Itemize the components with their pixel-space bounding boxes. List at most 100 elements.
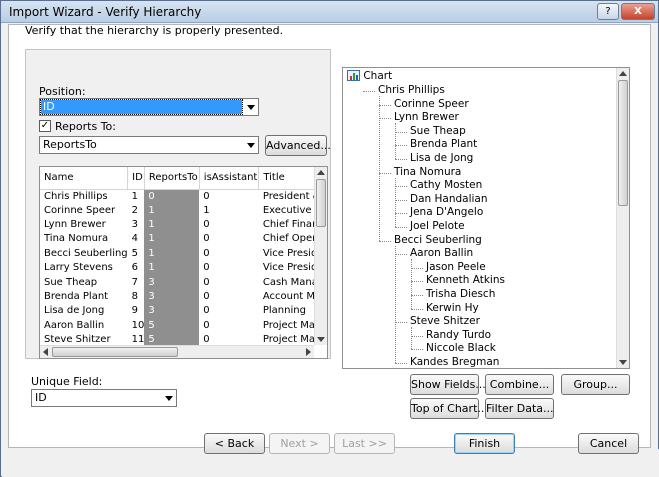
tree-connector (395, 199, 407, 201)
tree-node[interactable]: Becci Seuberling (394, 234, 482, 247)
grid-vertical-scrollbar[interactable] (314, 167, 327, 345)
tree-node[interactable]: Chris Phillips (378, 84, 445, 97)
table-row[interactable]: Larry Stevens 6 1 0 Vice President (40, 261, 327, 276)
tree-connector (411, 308, 423, 310)
scroll-down-icon[interactable] (317, 337, 325, 342)
tree-node[interactable]: Steve Shitzer (410, 315, 480, 328)
tree-connector (395, 186, 407, 188)
cell-reports-to: 1 (144, 232, 200, 247)
scroll-up-icon[interactable] (317, 170, 325, 175)
cell-reports-to: 1 (144, 261, 200, 276)
column-header-name[interactable]: Name (40, 167, 129, 190)
position-select-value: ID (40, 99, 243, 115)
unique-field-select[interactable]: ID (31, 389, 177, 407)
close-button[interactable]: X (621, 3, 655, 20)
tree-node[interactable]: Jena D'Angelo (410, 206, 483, 219)
back-button[interactable]: < Back (204, 433, 265, 454)
cell-id: 1 (131, 190, 139, 202)
table-row[interactable]: Aaron Ballin1050Project Manager (40, 318, 327, 334)
cell-id: 5 (131, 247, 139, 259)
tree-vertical-scrollbar[interactable] (616, 68, 629, 368)
cell-reports-to: 1 (144, 203, 200, 218)
tree-node[interactable]: Corinne Speer (394, 98, 469, 111)
scroll-left-icon[interactable] (43, 348, 48, 356)
cell-is-assistant: 1 (203, 204, 210, 216)
tree-node[interactable]: Sue Theap (410, 125, 466, 138)
position-select[interactable]: ID (39, 98, 259, 116)
table-row[interactable]: Sue Theap 7 3 0 Cash Manager (40, 275, 327, 290)
grid-horizontal-scrollbar[interactable] (40, 345, 314, 358)
chevron-down-icon (247, 143, 255, 148)
next-button[interactable]: Next > (269, 433, 330, 454)
table-row[interactable]: Corinne Speer211Executive Secretary (40, 203, 327, 218)
chevron-down-icon (165, 396, 173, 401)
window-title: Import Wizard - Verify Hierarchy (9, 5, 202, 19)
cell-is-assistant: 0 (203, 291, 210, 303)
tree-node[interactable]: Jason Peele (426, 261, 486, 274)
reports-to-select[interactable]: ReportsTo (39, 136, 259, 154)
tree-node[interactable]: Joel Pelote (410, 220, 465, 233)
column-header-reports-to[interactable]: ReportsTo (144, 167, 200, 190)
cancel-button[interactable]: Cancel (578, 433, 639, 454)
tree-node[interactable]: Randy Turdo (426, 329, 491, 342)
finish-button[interactable]: Finish (454, 433, 515, 454)
reports-to-checkbox[interactable]: ✓ (39, 120, 51, 132)
tree-node[interactable]: Dan Handalian (410, 193, 488, 206)
tree-node[interactable]: Tina Nomura (394, 166, 461, 179)
tree-node[interactable]: Lisa de Jong (410, 152, 473, 165)
import-wizard-window: Import Wizard - Verify Hierarchy ? X Ver… (0, 0, 659, 477)
table-row[interactable]: Chris Phillips100President & CEO (40, 189, 327, 204)
cell-id: 3 (131, 219, 139, 231)
group-button[interactable]: Group... (561, 374, 630, 395)
tree-node[interactable]: Cathy Mosten (410, 179, 482, 192)
column-header-is-assistant[interactable]: isAssistant (199, 167, 260, 190)
table-row[interactable]: Lynn Brewer310Chief Financial Officer (40, 217, 327, 233)
tree-root[interactable]: Chart (347, 70, 392, 83)
grid-vscroll-thumb[interactable] (316, 179, 326, 227)
column-header-id[interactable]: ID (127, 167, 145, 190)
top-of-chart-button[interactable]: Top of Chart... (410, 398, 488, 419)
tree-node[interactable]: Aaron Ballin (410, 247, 473, 260)
tree-connector (411, 281, 423, 283)
table-row[interactable]: Becci Seuberling 5 1 0 Vice President (40, 246, 327, 262)
scroll-down-icon[interactable] (619, 360, 627, 365)
tree-node[interactable]: Kenneth Atkins (426, 274, 505, 287)
chart-icon (347, 70, 360, 81)
hierarchy-tree[interactable]: Chart Chris Phillips Corinne Speer Lynn Br… (342, 67, 630, 369)
grid-hscroll-thumb[interactable] (52, 347, 178, 357)
cell-name: Brenda Plant (44, 291, 109, 303)
table-row[interactable]: Lisa de Jong 9 3 0 Planning (40, 304, 327, 319)
advanced-button[interactable]: Advanced... (265, 135, 331, 156)
cell-name: Sue Theap (44, 276, 98, 288)
tree-node[interactable]: Kerwin Hy (426, 302, 479, 315)
tree-node[interactable]: Brenda Plant (410, 138, 477, 151)
tree-node[interactable]: Trisha Diesch (426, 288, 495, 301)
scroll-right-icon[interactable] (306, 348, 311, 356)
last-button[interactable]: Last >> (334, 433, 395, 454)
filter-data-button[interactable]: Filter Data... (485, 398, 554, 419)
tree-connector (411, 295, 423, 296)
cell-reports-to: 5 (144, 318, 200, 334)
combine-button[interactable]: Combine... (485, 374, 554, 395)
wizard-footer (2, 449, 659, 477)
tree-connector (379, 172, 391, 174)
table-row[interactable]: Brenda Plant830Account Manager (40, 289, 327, 305)
tree-connector (395, 363, 407, 364)
tree-node[interactable]: Niccole Black (426, 342, 496, 355)
scroll-up-icon[interactable] (619, 71, 627, 76)
show-fields-button[interactable]: Show Fields... (410, 374, 486, 395)
cell-is-assistant: 0 (203, 262, 210, 274)
cell-id: 7 (131, 276, 139, 288)
tree-node[interactable]: Lynn Brewer (394, 111, 459, 124)
help-button[interactable]: ? (597, 3, 619, 20)
instruction-text: Verify that the hierarchy is properly pr… (25, 24, 284, 37)
tree-node[interactable]: Kandes Bregman (410, 356, 499, 368)
data-grid[interactable]: Name ID ReportsTo isAssistant Title Chri… (39, 166, 328, 359)
table-row[interactable]: Tina Nomura410Chief Operations Officer (40, 232, 327, 247)
tree-connector (395, 131, 407, 133)
cell-name: Becci Seuberling (44, 247, 128, 259)
tree-connector (411, 259, 412, 309)
tree-vscroll-thumb[interactable] (618, 80, 628, 206)
cell-name: Aaron Ballin (44, 319, 105, 331)
tree-connector (395, 145, 407, 147)
